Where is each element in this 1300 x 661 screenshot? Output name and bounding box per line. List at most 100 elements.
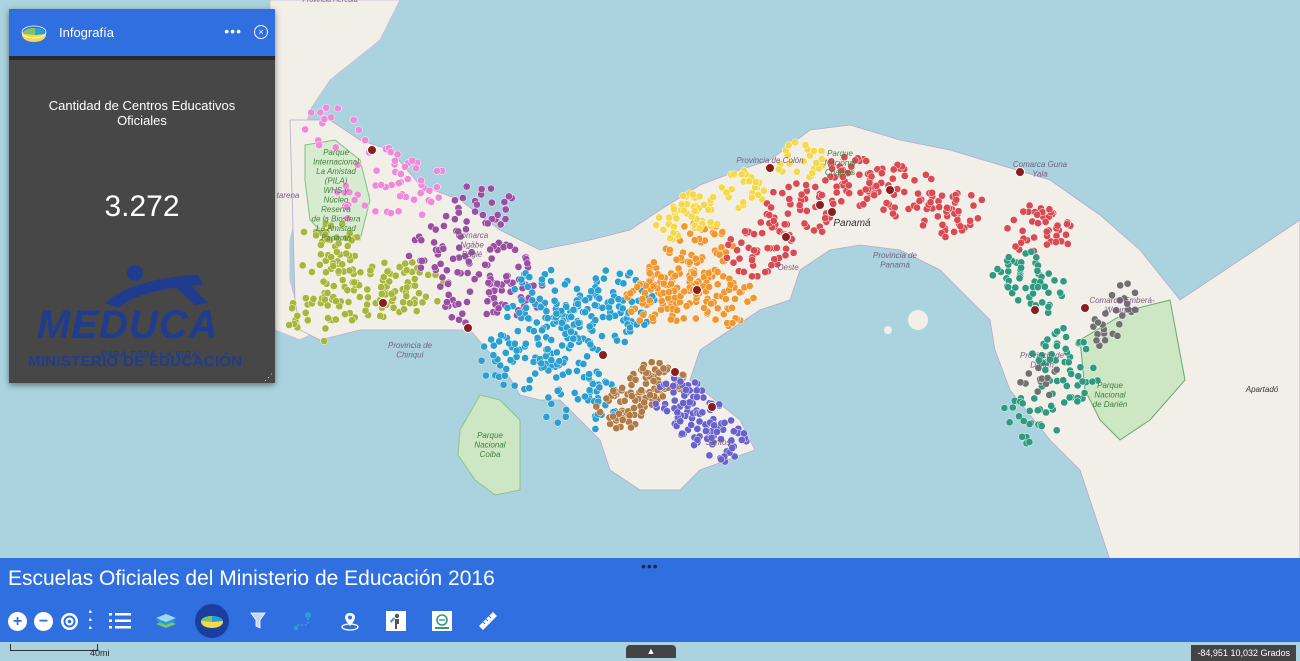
school-point-blue[interactable]	[535, 294, 544, 303]
school-point-red[interactable]	[784, 183, 793, 191]
school-point-brown[interactable]	[620, 397, 629, 405]
school-point-olive[interactable]	[343, 242, 352, 250]
school-point-gray[interactable]	[1115, 320, 1124, 329]
school-point-indigo[interactable]	[669, 382, 678, 390]
school-point-blue[interactable]	[501, 348, 510, 357]
school-point-olive[interactable]	[315, 260, 324, 269]
school-point-brown[interactable]	[612, 424, 621, 433]
measure-button[interactable]	[471, 604, 505, 638]
school-point-red[interactable]	[756, 218, 765, 227]
school-point-blue[interactable]	[542, 413, 551, 421]
school-point-blue[interactable]	[598, 303, 607, 312]
school-point-purple[interactable]	[462, 182, 471, 191]
school-point-orange[interactable]	[650, 258, 658, 267]
school-point-blue[interactable]	[532, 318, 541, 327]
school-point-blue[interactable]	[477, 356, 486, 365]
school-point-pink[interactable]	[301, 125, 309, 134]
school-point-olive[interactable]	[350, 278, 359, 287]
school-point-teal[interactable]	[1059, 324, 1068, 333]
school-point-red[interactable]	[733, 246, 741, 255]
school-point-orange[interactable]	[680, 222, 689, 231]
school-point-blue[interactable]	[585, 370, 594, 378]
school-point-teal[interactable]	[1025, 407, 1034, 415]
school-point-indigo[interactable]	[682, 386, 690, 394]
school-point-red[interactable]	[862, 157, 871, 165]
school-point-indigo[interactable]	[685, 398, 694, 407]
school-point-red[interactable]	[723, 253, 731, 262]
school-point-yellow[interactable]	[810, 147, 818, 155]
school-point-brown[interactable]	[630, 404, 638, 412]
school-point-gray[interactable]	[1116, 281, 1125, 290]
school-point-teal[interactable]	[1067, 370, 1076, 378]
school-point-red[interactable]	[748, 256, 756, 264]
school-point-olive[interactable]	[387, 290, 396, 298]
school-point-pink[interactable]	[372, 166, 381, 175]
school-point-red[interactable]	[879, 205, 888, 214]
school-point-olive[interactable]	[364, 293, 372, 302]
school-point-olive[interactable]	[338, 276, 347, 284]
school-point-red[interactable]	[758, 229, 766, 237]
school-point-pink[interactable]	[396, 170, 405, 178]
school-point-pink[interactable]	[434, 193, 443, 202]
school-point-orange[interactable]	[657, 273, 666, 281]
expand-panel-button[interactable]: ▲	[626, 645, 676, 658]
school-point-blue[interactable]	[525, 376, 534, 384]
school-point-blue[interactable]	[573, 285, 581, 293]
school-point-red[interactable]	[750, 230, 758, 238]
school-point-blue[interactable]	[499, 380, 508, 389]
school-point-indigo[interactable]	[663, 407, 671, 415]
school-point-olive[interactable]	[288, 304, 296, 313]
school-point-blue[interactable]	[562, 406, 571, 414]
school-point-red[interactable]	[954, 207, 963, 216]
school-point-olive[interactable]	[356, 268, 365, 277]
school-point-yellow[interactable]	[808, 169, 817, 178]
school-point-yellow[interactable]	[679, 192, 687, 200]
school-point-pink[interactable]	[350, 196, 359, 204]
school-point-pink[interactable]	[387, 209, 395, 217]
school-point-pink[interactable]	[354, 126, 363, 134]
school-point-red[interactable]	[741, 227, 749, 236]
school-point-yellow[interactable]	[801, 141, 810, 149]
school-point-red[interactable]	[767, 261, 776, 270]
regional-office-icon[interactable]	[707, 402, 717, 412]
school-point-brown[interactable]	[649, 377, 658, 385]
school-point-red[interactable]	[938, 220, 947, 229]
school-point-olive[interactable]	[323, 301, 332, 310]
school-point-blue[interactable]	[558, 341, 566, 350]
school-point-red[interactable]	[943, 203, 951, 212]
school-point-pink[interactable]	[394, 179, 403, 188]
school-point-indigo[interactable]	[740, 429, 748, 438]
school-point-olive[interactable]	[418, 298, 427, 307]
school-point-pink[interactable]	[333, 104, 342, 113]
school-point-yellow[interactable]	[730, 170, 738, 179]
school-point-red[interactable]	[974, 214, 982, 223]
school-point-orange[interactable]	[679, 314, 688, 323]
school-point-olive[interactable]	[332, 315, 340, 324]
school-point-olive[interactable]	[343, 286, 352, 295]
school-point-teal[interactable]	[1043, 335, 1052, 344]
school-point-blue[interactable]	[524, 314, 533, 323]
school-point-yellow[interactable]	[672, 214, 681, 223]
school-point-purple[interactable]	[471, 207, 479, 216]
school-point-blue[interactable]	[558, 318, 566, 327]
school-point-teal[interactable]	[1041, 342, 1050, 351]
school-point-yellow[interactable]	[791, 138, 799, 147]
school-point-purple[interactable]	[505, 192, 513, 201]
school-point-blue[interactable]	[529, 327, 538, 335]
school-point-teal[interactable]	[1056, 288, 1064, 297]
school-point-blue[interactable]	[579, 360, 588, 368]
school-point-orange[interactable]	[692, 314, 700, 323]
school-point-red[interactable]	[1041, 218, 1050, 226]
school-point-teal[interactable]	[1052, 342, 1061, 350]
school-point-red[interactable]	[966, 216, 974, 225]
school-point-indigo[interactable]	[651, 399, 660, 408]
school-point-orange[interactable]	[673, 306, 681, 315]
school-point-purple[interactable]	[499, 243, 508, 252]
school-point-teal[interactable]	[1089, 364, 1098, 372]
school-point-teal[interactable]	[1015, 274, 1024, 283]
school-point-teal[interactable]	[1050, 276, 1059, 285]
school-point-red[interactable]	[802, 207, 811, 215]
school-point-olive[interactable]	[301, 308, 310, 317]
regional-office-icon[interactable]	[1030, 305, 1040, 315]
school-point-olive[interactable]	[301, 294, 310, 302]
